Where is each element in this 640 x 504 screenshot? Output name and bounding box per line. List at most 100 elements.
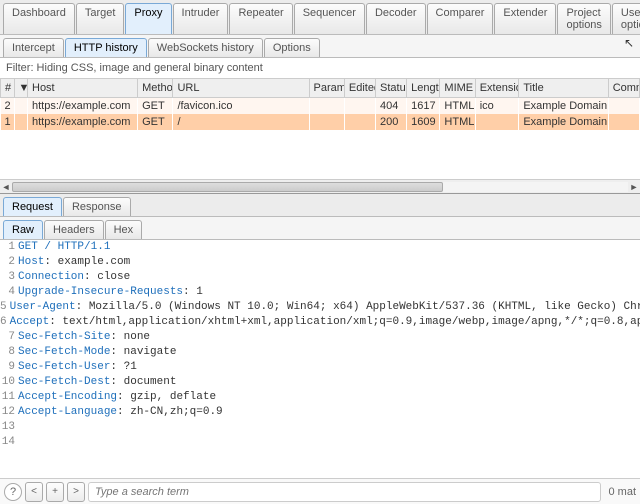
top-tab-proxy[interactable]: Proxy bbox=[125, 3, 171, 34]
editor-line: 5User-Agent: Mozilla/5.0 (Windows NT 10.… bbox=[0, 300, 640, 315]
request-editor[interactable]: 1GET / HTTP/1.12Host: example.com3Connec… bbox=[0, 240, 640, 475]
top-tab-comparer[interactable]: Comparer bbox=[427, 3, 494, 34]
editor-line: 4Upgrade-Insecure-Requests: 1 bbox=[0, 285, 640, 300]
editor-line: 12Accept-Language: zh-CN,zh;q=0.9 bbox=[0, 405, 640, 420]
table-row[interactable]: 1https://example.comGET/2001609HTMLExamp… bbox=[1, 114, 640, 130]
line-content[interactable]: User-Agent: Mozilla/5.0 (Windows NT 10.0… bbox=[10, 300, 640, 315]
top-tab-sequencer[interactable]: Sequencer bbox=[294, 3, 365, 34]
line-content[interactable]: Accept-Encoding: gzip, deflate bbox=[18, 390, 640, 405]
line-content[interactable]: Sec-Fetch-Site: none bbox=[18, 330, 640, 345]
column-header[interactable]: Host bbox=[28, 79, 138, 98]
top-tab-extender[interactable]: Extender bbox=[494, 3, 556, 34]
scroll-track[interactable] bbox=[12, 182, 628, 192]
editor-line: 11Accept-Encoding: gzip, deflate bbox=[0, 390, 640, 405]
table-cell: https://example.com bbox=[28, 114, 138, 130]
line-content[interactable]: GET / HTTP/1.1 bbox=[18, 240, 640, 255]
table-cell: ico bbox=[475, 98, 519, 115]
search-input[interactable] bbox=[88, 482, 601, 502]
sub-tab-http-history[interactable]: HTTP history bbox=[65, 38, 147, 57]
top-tab-project-options[interactable]: Project options bbox=[557, 3, 610, 34]
line-content[interactable]: Accept: text/html,application/xhtml+xml,… bbox=[10, 315, 640, 330]
editor-line: 9Sec-Fetch-User: ?1 bbox=[0, 360, 640, 375]
request-response-tabs: RequestResponse bbox=[0, 194, 640, 217]
sub-tab-websockets-history[interactable]: WebSockets history bbox=[148, 38, 263, 57]
table-cell: 2 bbox=[1, 98, 15, 115]
editor-line: 3Connection: close bbox=[0, 270, 640, 285]
column-header[interactable]: Extension bbox=[475, 79, 519, 98]
column-header[interactable]: Commen bbox=[608, 79, 639, 98]
table-cell: 1617 bbox=[407, 98, 440, 115]
table-row[interactable]: 2https://example.comGET/favicon.ico40416… bbox=[1, 98, 640, 115]
column-header[interactable]: Status bbox=[376, 79, 407, 98]
help-button[interactable]: ? bbox=[4, 483, 22, 501]
match-count: 0 mat bbox=[604, 486, 636, 498]
line-content[interactable]: Sec-Fetch-User: ?1 bbox=[18, 360, 640, 375]
table-header-row: #▼HostMethodURLParamsEditedStatusLengthM… bbox=[1, 79, 640, 98]
top-tab-decoder[interactable]: Decoder bbox=[366, 3, 426, 34]
scroll-right-arrow[interactable]: ► bbox=[628, 181, 640, 193]
editor-line: 2Host: example.com bbox=[0, 255, 640, 270]
filter-bar[interactable]: Filter: Hiding CSS, image and general bi… bbox=[0, 58, 640, 79]
column-header[interactable]: ▼ bbox=[14, 79, 28, 98]
column-header[interactable]: MIME t... bbox=[440, 79, 475, 98]
column-header[interactable]: Title bbox=[519, 79, 608, 98]
top-tab-dashboard[interactable]: Dashboard bbox=[3, 3, 75, 34]
rr-tab-response[interactable]: Response bbox=[63, 197, 131, 216]
column-header[interactable]: Params bbox=[309, 79, 344, 98]
table-cell bbox=[14, 98, 28, 115]
column-header[interactable]: Length bbox=[407, 79, 440, 98]
table-cell bbox=[608, 98, 639, 115]
column-header[interactable]: # bbox=[1, 79, 15, 98]
sub-tab-intercept[interactable]: Intercept bbox=[3, 38, 64, 57]
line-number: 2 bbox=[0, 255, 18, 270]
scroll-thumb[interactable] bbox=[12, 182, 443, 192]
table-cell: HTML bbox=[440, 98, 475, 115]
table-cell bbox=[608, 114, 639, 130]
line-number: 1 bbox=[0, 240, 18, 255]
horizontal-scrollbar[interactable]: ◄ ► bbox=[0, 179, 640, 193]
search-add-button[interactable]: + bbox=[46, 482, 64, 502]
view-tab-raw[interactable]: Raw bbox=[3, 220, 43, 239]
top-tab-user-options[interactable]: User options bbox=[612, 3, 640, 34]
editor-line: 13 bbox=[0, 420, 640, 435]
footer-bar: ? < + > 0 mat bbox=[0, 478, 640, 504]
line-content[interactable]: Accept-Language: zh-CN,zh;q=0.9 bbox=[18, 405, 640, 420]
line-content[interactable]: Host: example.com bbox=[18, 255, 640, 270]
scroll-left-arrow[interactable]: ◄ bbox=[0, 181, 12, 193]
table-cell: Example Domain bbox=[519, 98, 608, 115]
table-cell: /favicon.ico bbox=[173, 98, 309, 115]
line-number: 6 bbox=[0, 315, 10, 330]
line-number: 3 bbox=[0, 270, 18, 285]
line-content[interactable] bbox=[18, 420, 640, 435]
top-tab-repeater[interactable]: Repeater bbox=[229, 3, 292, 34]
proxy-subtabs: InterceptHTTP historyWebSockets historyO… bbox=[0, 35, 640, 58]
table-cell: https://example.com bbox=[28, 98, 138, 115]
line-content[interactable]: Upgrade-Insecure-Requests: 1 bbox=[18, 285, 640, 300]
rr-tab-request[interactable]: Request bbox=[3, 197, 62, 216]
line-number: 5 bbox=[0, 300, 10, 315]
line-number: 7 bbox=[0, 330, 18, 345]
top-tab-target[interactable]: Target bbox=[76, 3, 125, 34]
table-cell bbox=[14, 114, 28, 130]
column-header[interactable]: Method bbox=[138, 79, 173, 98]
table-cell: Example Domain bbox=[519, 114, 608, 130]
view-tab-hex[interactable]: Hex bbox=[105, 220, 143, 239]
line-content[interactable] bbox=[18, 435, 640, 450]
search-prev-button[interactable]: < bbox=[25, 482, 43, 502]
history-table[interactable]: #▼HostMethodURLParamsEditedStatusLengthM… bbox=[0, 79, 640, 130]
sub-tab-options[interactable]: Options bbox=[264, 38, 320, 57]
line-content[interactable]: Sec-Fetch-Mode: navigate bbox=[18, 345, 640, 360]
table-cell: 404 bbox=[376, 98, 407, 115]
top-tab-intruder[interactable]: Intruder bbox=[173, 3, 229, 34]
line-number: 12 bbox=[0, 405, 18, 420]
history-table-wrap: #▼HostMethodURLParamsEditedStatusLengthM… bbox=[0, 79, 640, 194]
line-content[interactable]: Sec-Fetch-Dest: document bbox=[18, 375, 640, 390]
table-cell: / bbox=[173, 114, 309, 130]
line-number: 4 bbox=[0, 285, 18, 300]
line-content[interactable]: Connection: close bbox=[18, 270, 640, 285]
column-header[interactable]: Edited bbox=[344, 79, 375, 98]
table-cell: 200 bbox=[376, 114, 407, 130]
view-tab-headers[interactable]: Headers bbox=[44, 220, 104, 239]
search-next-button[interactable]: > bbox=[67, 482, 85, 502]
column-header[interactable]: URL bbox=[173, 79, 309, 98]
